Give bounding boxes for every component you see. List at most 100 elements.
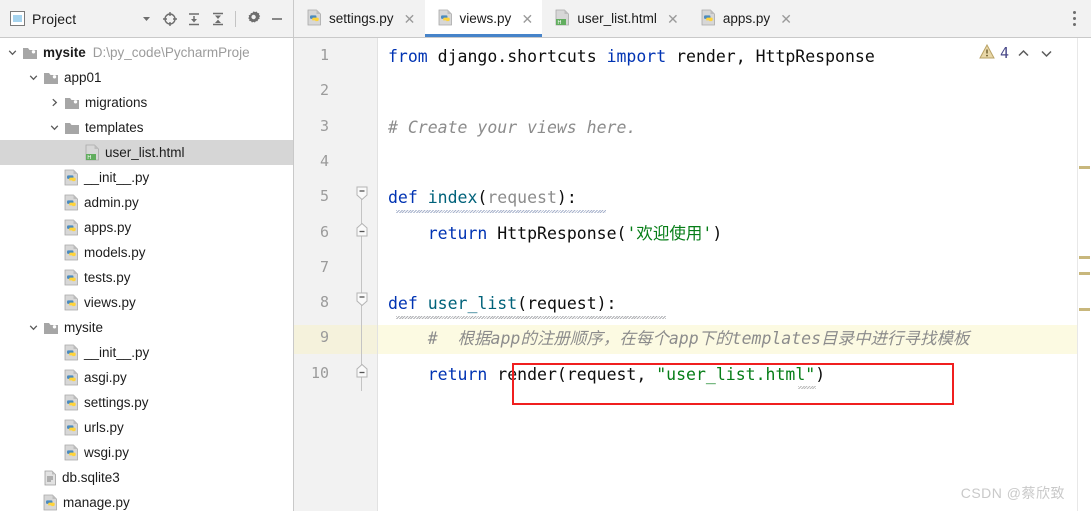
warning-marker[interactable]	[1079, 308, 1090, 311]
tree-row[interactable]: tests.py	[0, 265, 293, 290]
close-icon[interactable]: ✕	[521, 12, 533, 26]
tree-row[interactable]: mysite	[0, 315, 293, 340]
code-token: return	[427, 364, 488, 384]
tree-row[interactable]: wsgi.py	[0, 440, 293, 465]
marker-scrollbar[interactable]	[1077, 38, 1091, 511]
code-line[interactable]: from django.shortcuts import render, Htt…	[388, 46, 875, 68]
code-token: import	[606, 47, 667, 66]
tree-row[interactable]: db.sqlite3	[0, 465, 293, 490]
tree-row-label: urls.py	[84, 420, 124, 435]
editor-tab-apps-py[interactable]: apps.py ✕	[688, 0, 801, 37]
code-editor[interactable]: 1 2 3 4 5 6 7 8 9 10 from django.shortcuts import…	[294, 38, 1077, 511]
close-icon[interactable]: ✕	[404, 12, 416, 26]
hide-panel-icon[interactable]	[266, 8, 288, 30]
editor-tab-label: apps.py	[722, 11, 771, 26]
code-token: request	[487, 188, 557, 208]
tree-row-label: db.sqlite3	[62, 470, 120, 485]
python-icon	[64, 219, 79, 236]
tree-row[interactable]: manage.py	[0, 490, 293, 511]
code-token: # Create your views here.	[388, 117, 637, 137]
tab-overflow-menu-icon[interactable]	[1061, 0, 1091, 37]
chevron-down-icon[interactable]	[27, 71, 40, 84]
code-token: (	[477, 188, 488, 208]
code-token: HttpResponse(	[487, 223, 627, 243]
project-window-icon	[10, 11, 25, 26]
close-icon[interactable]: ✕	[667, 12, 679, 26]
tree-row[interactable]: views.py	[0, 290, 293, 315]
tree-row[interactable]: admin.py	[0, 190, 293, 215]
tree-row-label: migrations	[85, 95, 148, 110]
python-icon	[64, 444, 79, 461]
python-file-icon	[701, 9, 716, 29]
tree-row-label: user_list.html	[105, 145, 185, 160]
tree-row[interactable]: asgi.py	[0, 365, 293, 390]
chevron-down-icon[interactable]	[48, 121, 61, 134]
python-icon	[64, 419, 79, 436]
tree-row-label: mysite	[43, 45, 86, 60]
settings-gear-icon[interactable]	[242, 8, 264, 30]
tree-row[interactable]: migrations	[0, 90, 293, 115]
tree-row[interactable]: templates	[0, 115, 293, 140]
close-icon[interactable]: ✕	[780, 12, 792, 26]
python-icon	[64, 244, 79, 261]
tree-row-label: models.py	[84, 245, 146, 260]
code-line[interactable]: return HttpResponse('欢迎使用')	[388, 223, 723, 245]
tree-row[interactable]: app01	[0, 65, 293, 90]
weak-warning-squiggle	[396, 210, 606, 214]
file-icon	[43, 470, 57, 486]
chevron-down-icon[interactable]	[27, 321, 40, 334]
code-area[interactable]: from django.shortcuts import render, Htt…	[378, 38, 1077, 511]
fold-end-icon[interactable]	[356, 222, 368, 241]
tree-row[interactable]: urls.py	[0, 415, 293, 440]
inspection-squiggle	[798, 385, 816, 389]
tree-row-label: templates	[85, 120, 144, 135]
code-line[interactable]: def index(request):	[388, 187, 577, 209]
fold-collapse-icon[interactable]	[356, 186, 368, 205]
warning-marker[interactable]	[1079, 256, 1090, 259]
warning-marker[interactable]	[1079, 166, 1090, 169]
python-icon	[64, 169, 79, 186]
tree-row[interactable]: settings.py	[0, 390, 293, 415]
code-line[interactable]: # 根据app的注册顺序，在每个app下的templates目录中进行寻找模板	[388, 328, 970, 350]
warning-marker[interactable]	[1079, 272, 1090, 275]
editor-tab-user-list-html[interactable]: H user_list.html ✕	[542, 0, 688, 37]
html-file-icon: H	[555, 9, 570, 29]
code-token: render(request,	[487, 364, 657, 384]
next-problem-icon[interactable]	[1037, 44, 1055, 62]
expand-all-icon[interactable]	[183, 8, 205, 30]
code-token: user_list	[427, 294, 518, 314]
line-number: 8	[319, 293, 329, 312]
code-token: return	[427, 223, 488, 243]
code-line[interactable]: # Create your views here.	[388, 117, 636, 139]
fold-collapse-icon[interactable]	[356, 292, 368, 311]
tree-row-label: asgi.py	[84, 370, 127, 385]
chevron-down-icon[interactable]	[6, 46, 19, 59]
editor-tab-views-py[interactable]: views.py ✕	[424, 0, 543, 37]
tree-row[interactable]: mysite D:\py_code\PycharmProje	[0, 40, 293, 65]
line-number: 3	[319, 116, 329, 135]
collapse-all-icon[interactable]	[207, 8, 229, 30]
code-line[interactable]: def user_list(request):	[388, 293, 617, 315]
line-number: 2	[319, 81, 329, 100]
chevron-down-icon[interactable]	[135, 8, 157, 30]
project-tree[interactable]: mysite D:\py_code\PycharmProje app01 migrat…	[0, 38, 294, 511]
tree-row-label: settings.py	[84, 395, 149, 410]
editor-gutter[interactable]: 1 2 3 4 5 6 7 8 9 10	[294, 38, 378, 511]
python-icon	[43, 494, 58, 511]
chevron-right-icon[interactable]	[48, 96, 61, 109]
code-token: '欢迎使用'	[626, 223, 713, 243]
code-line[interactable]: return render(request, "user_list.html")	[388, 364, 825, 386]
prev-problem-icon[interactable]	[1014, 44, 1032, 62]
tree-row[interactable]: Huser_list.html	[0, 140, 293, 165]
folder-module-icon	[64, 95, 80, 111]
tree-row[interactable]: __init__.py	[0, 165, 293, 190]
locate-target-icon[interactable]	[159, 8, 181, 30]
python-icon	[64, 269, 79, 286]
fold-end-icon[interactable]	[356, 363, 368, 382]
tree-row[interactable]: __init__.py	[0, 340, 293, 365]
editor-tab-settings-py[interactable]: settings.py ✕	[294, 0, 425, 37]
tree-row[interactable]: apps.py	[0, 215, 293, 240]
tree-row-label: manage.py	[63, 495, 130, 510]
tree-row[interactable]: models.py	[0, 240, 293, 265]
